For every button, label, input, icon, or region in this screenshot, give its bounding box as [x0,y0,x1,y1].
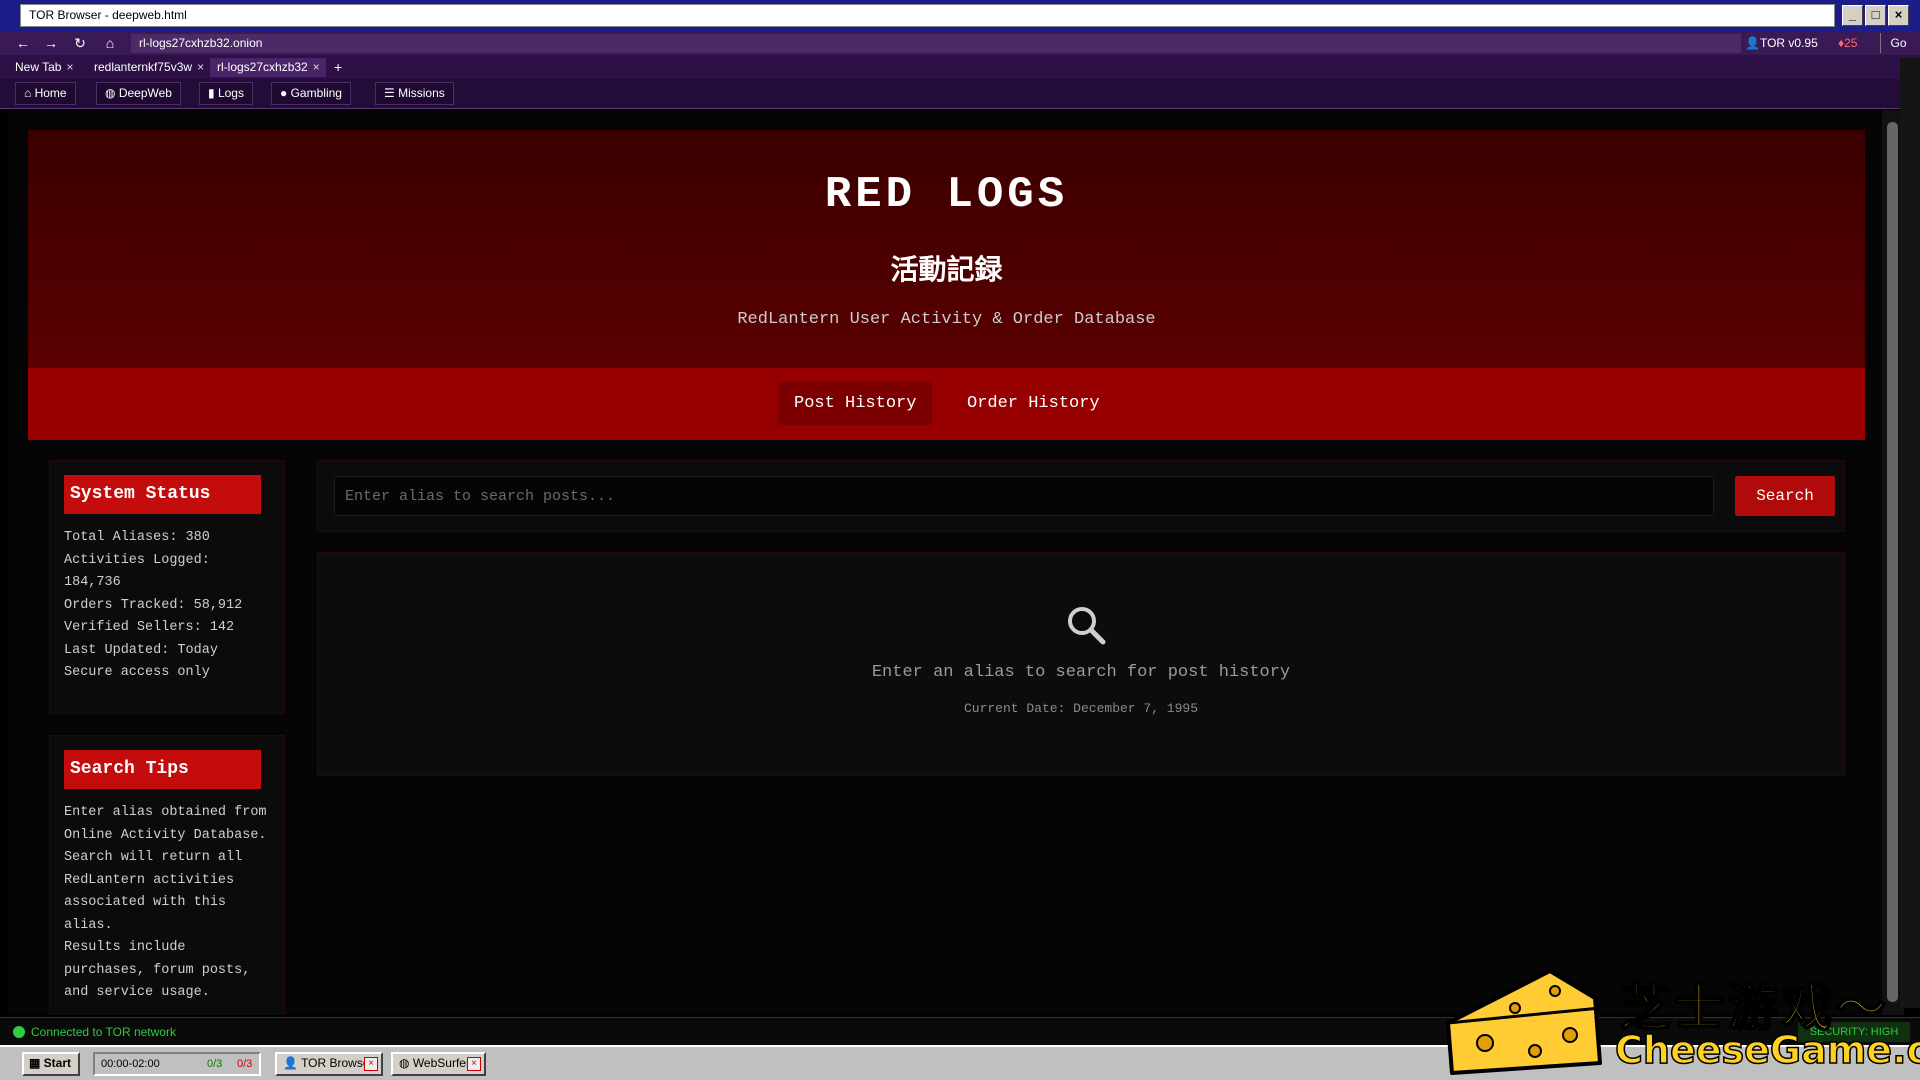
tip-line: Search will return all RedLantern activi… [64,850,243,933]
timer-text: 00:00-02:00 [101,1058,160,1070]
coins-icon: ● [280,86,291,100]
tip-line: Results include purchases, forum posts, … [64,940,251,1000]
tab-rl-logs[interactable]: rl-logs27cxhzb32 × [210,58,326,77]
new-tab-button[interactable]: + [334,58,342,76]
counter-b: 0/3 [237,1058,253,1070]
window-titlebar: TOR Browser - deepweb.html _ □ × [0,0,1920,31]
connection-status: Connected to TOR network [31,1025,176,1039]
window-scrollbar[interactable] [1900,58,1920,1008]
windows-icon: ▦ [29,1056,44,1070]
tor-version-text: TOR v0.95 [1759,36,1818,50]
bookmark-label: Missions [398,86,445,100]
home-icon[interactable]: ⌂ [100,34,120,52]
site-nav: Post History Order History [28,368,1865,440]
refresh-icon[interactable]: ↻ [70,34,90,52]
tab-new-tab[interactable]: New Tab × [8,58,82,77]
taskbar-item-label: WebSurfer [412,1056,470,1070]
results-panel: Enter an alias to search for post histor… [317,552,1845,776]
search-tips-list: Enter alias obtained from Online Activit… [64,802,269,1005]
status-line: Last Updated: Today [64,642,218,658]
status-line: Orders Tracked: 58,912 [64,597,243,613]
site-tagline: RedLantern User Activity & Order Databas… [737,310,1156,329]
search-button[interactable]: Search [1735,476,1835,516]
file-icon: ▮ [208,86,218,100]
current-date: Current Date: December 7, 1995 [963,701,1199,716]
bookmark-label: Home [34,86,67,100]
system-status-panel: System Status Total Aliases: 380 Activit… [49,460,285,714]
nav-order-history[interactable]: Order History [951,382,1116,425]
bookmark-label: Logs [217,86,244,100]
tab-redlantern[interactable]: redlanternkf75v3w × [87,58,208,77]
alert-badge[interactable]: ♦25 [1838,34,1857,52]
tab-label: New Tab [15,60,62,74]
status-line: Activities Logged: 184,736 [64,552,210,591]
minimize-button[interactable]: _ [1842,5,1863,26]
cheesegame-watermark: 芝士游戏～ CheeseGame.org [1440,963,1920,1080]
system-status-list: Total Aliases: 380 Activities Logged: 18… [64,527,269,685]
app-root: TOR Browser - deepweb.html _ □ × ← → ↻ ⌂… [0,0,1920,1080]
site-header: RED LOGS 活動記録 RedLantern User Activity &… [28,130,1865,368]
nav-post-history[interactable]: Post History [778,382,933,425]
bookmark-missions[interactable]: ☰ Missions [375,82,454,105]
back-arrow-icon[interactable]: ← [13,34,33,52]
bookmark-logs[interactable]: ▮ Logs [199,82,253,105]
search-tips-panel: Search Tips Enter alias obtained from On… [49,735,285,1015]
bookmark-label: Gambling [290,86,342,100]
start-label: Start [43,1056,72,1070]
alert-count-text: 25 [1844,36,1858,50]
bookmark-gambling[interactable]: ● Gambling [271,82,351,105]
close-tab-icon[interactable]: × [197,60,204,74]
globe-icon: ◍ [399,1056,413,1070]
tab-bar: New Tab × redlanternkf75v3w × rl-logs27cxh… [0,55,1920,79]
close-icon[interactable]: × [364,1057,378,1071]
forward-arrow-icon[interactable]: → [41,34,61,52]
home-icon: ⌂ [24,86,35,100]
globe-icon: ◍ [105,86,119,100]
close-tab-icon[interactable]: × [313,60,320,74]
bookmark-label: DeepWeb [118,86,172,100]
magnifier-icon [1068,607,1106,645]
taskbar-item-websurfer[interactable]: ◍ WebSurfer × [391,1052,486,1076]
url-input[interactable]: rl-logs27cxhzb32.onion [131,34,1741,53]
close-tab-icon[interactable]: × [66,60,73,74]
taskbar-item-label: TOR Browser [301,1056,374,1070]
cheese-logo-icon [1446,969,1602,1075]
status-line: Verified Sellers: 142 [64,620,235,635]
taskbar-item-tor-browser[interactable]: 👤 TOR Browser × [275,1052,383,1076]
site-title: RED LOGS [824,170,1069,220]
list-icon: ☰ [384,86,399,100]
scrollbar-thumb[interactable] [1887,122,1898,1002]
bookmark-home[interactable]: ⌂ Home [15,82,76,105]
search-tips-title: Search Tips [64,750,261,789]
counter-a: 0/3 [207,1058,223,1070]
status-line: Secure access only [64,665,210,680]
window-title: TOR Browser - deepweb.html [20,4,1835,27]
alias-search-input[interactable] [334,476,1714,516]
tab-label: rl-logs27cxhzb32 [217,60,308,74]
empty-results-message: Enter an alias to search for post histor… [871,663,1291,682]
page-viewport: RED LOGS 活動記録 RedLantern User Activity &… [8,110,1888,1015]
status-line: Total Aliases: 380 [64,530,210,545]
user-icon: 👤 [1745,36,1760,50]
bookmark-deepweb[interactable]: ◍ DeepWeb [96,82,181,105]
timer-box: 00:00-02:00 0/3 0/3 [93,1052,261,1076]
bookmarks-bar: ⌂ Home ◍ DeepWeb ▮ Logs ● Gambling ☰ Mis… [0,79,1920,109]
start-button[interactable]: ▦ Start [22,1052,80,1076]
go-button[interactable]: Go [1880,33,1916,53]
tip-line: Enter alias obtained from Online Activit… [64,805,267,843]
close-window-button[interactable]: × [1888,5,1909,26]
close-icon[interactable]: × [467,1057,481,1071]
tor-version-label: 👤TOR v0.95 [1745,34,1818,52]
maximize-button[interactable]: □ [1865,5,1886,26]
site-subtitle: 活動記録 [890,253,1003,286]
system-status-title: System Status [64,475,261,514]
search-bar: Search [317,460,1845,532]
online-indicator-icon [13,1026,25,1038]
address-bar: ← → ↻ ⌂ rl-logs27cxhzb32.onion 👤TOR v0.9… [0,31,1920,55]
user-icon: 👤 [283,1056,302,1070]
tab-label: redlanternkf75v3w [94,60,193,74]
watermark-en: CheeseGame.org [1614,1027,1920,1073]
